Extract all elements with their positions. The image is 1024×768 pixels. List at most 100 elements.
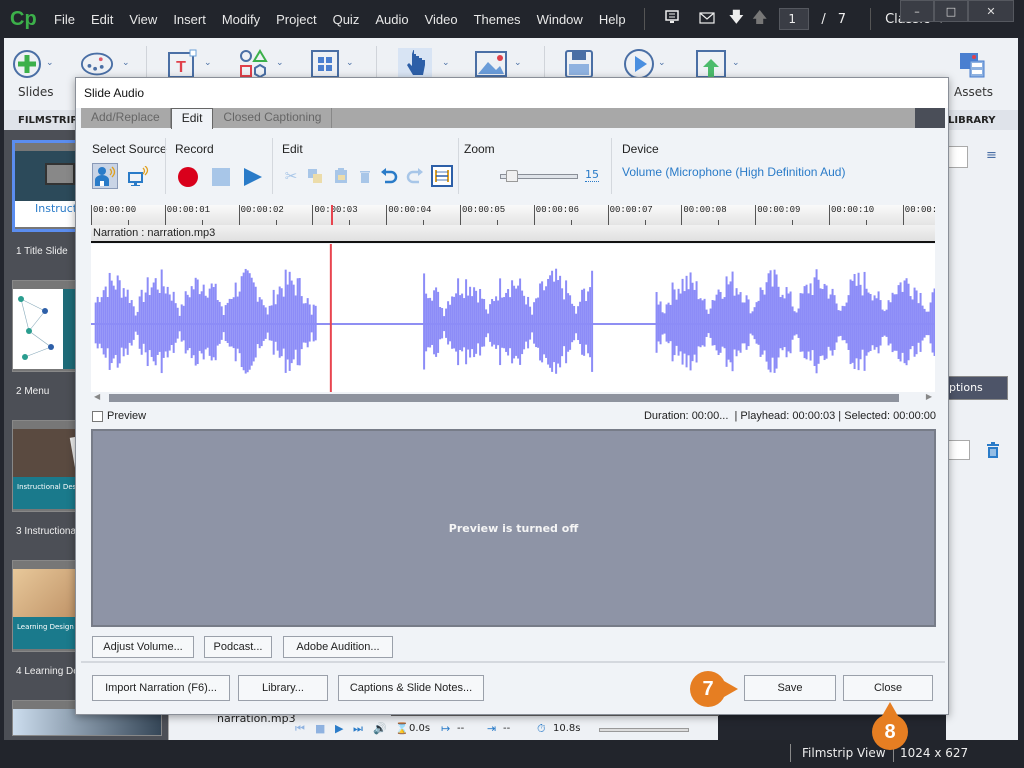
menu-themes[interactable]: Themes xyxy=(466,12,529,27)
waveform-sample xyxy=(893,294,896,351)
time-ruler[interactable]: 00:00:00 00:00:01 00:00:02 00:00:03 00:00:04… xyxy=(91,205,935,225)
menu-insert[interactable]: Insert xyxy=(165,12,214,27)
waveform-area[interactable] xyxy=(91,244,935,392)
property-input[interactable] xyxy=(946,146,968,168)
timeline-zoom-slider[interactable] xyxy=(599,728,689,732)
email-icon[interactable] xyxy=(698,10,715,28)
stop-button[interactable] xyxy=(210,166,232,188)
cut-icon[interactable]: ✂ xyxy=(282,167,300,185)
waveform-sample xyxy=(761,289,764,355)
stop-icon[interactable]: ■ xyxy=(315,722,325,735)
chevron-down-icon[interactable]: ⌄ xyxy=(204,58,212,68)
tab-closed-captioning[interactable]: Closed Captioning xyxy=(213,108,333,128)
zoom-slider-thumb[interactable] xyxy=(506,170,519,182)
device-value[interactable]: Volume (Microphone (High Definition Aud) xyxy=(622,165,845,179)
trash-icon[interactable] xyxy=(986,442,1000,461)
menu-help[interactable]: Help xyxy=(591,12,634,27)
menu-video[interactable]: Video xyxy=(417,12,466,27)
ruler-playhead[interactable] xyxy=(330,205,333,225)
menu-view[interactable]: View xyxy=(121,12,165,27)
arrow-down-icon[interactable]: 🡇 xyxy=(729,7,744,32)
adobe-audition-button[interactable]: Adobe Audition... xyxy=(283,636,393,658)
page-number-input[interactable]: 1 xyxy=(779,8,810,30)
zoom-value[interactable]: 15 xyxy=(585,168,599,182)
group-divider xyxy=(611,138,612,194)
menu-modify[interactable]: Modify xyxy=(214,12,268,27)
library-button[interactable]: Library... xyxy=(238,675,328,701)
record-button[interactable] xyxy=(177,166,199,188)
horizontal-scrollbar[interactable]: ◀ ▶ xyxy=(91,392,935,404)
save-icon[interactable] xyxy=(562,48,596,80)
waveform-sample xyxy=(501,297,504,348)
chevron-down-icon[interactable]: ⌄ xyxy=(276,58,284,68)
slides-icon[interactable] xyxy=(10,48,44,80)
microphone-source-button[interactable] xyxy=(92,163,118,189)
themes-icon[interactable] xyxy=(80,48,114,80)
waveform-sample xyxy=(164,293,167,352)
podcast-button[interactable]: Podcast... xyxy=(204,636,272,658)
waveform-sample xyxy=(238,291,241,354)
options-button[interactable]: ptions xyxy=(946,376,1008,400)
waveform-sample xyxy=(859,284,862,360)
menu-audio[interactable]: Audio xyxy=(367,12,416,27)
arrow-up-icon[interactable]: 🡅 xyxy=(752,7,767,32)
scroll-left-icon[interactable]: ◀ xyxy=(94,392,100,401)
chevron-down-icon[interactable]: ⌄ xyxy=(442,58,450,68)
copy-button[interactable] xyxy=(306,167,324,185)
library-tab[interactable]: LIBRARY xyxy=(946,110,1018,130)
captions-slide-notes-button[interactable]: Captions & Slide Notes... xyxy=(338,675,484,701)
tab-add-replace[interactable]: Add/Replace xyxy=(81,108,171,128)
chevron-down-icon[interactable]: ⌄ xyxy=(346,58,354,68)
chevron-down-icon[interactable]: ⌄ xyxy=(514,58,522,68)
menu-file[interactable]: File xyxy=(46,12,83,27)
waveform-sample xyxy=(543,290,546,355)
next-icon[interactable]: ⏭ xyxy=(353,722,363,736)
adjust-volume-button[interactable]: Adjust Volume... xyxy=(92,636,194,658)
chevron-down-icon[interactable]: ⌄ xyxy=(658,58,666,68)
waveform-sample xyxy=(525,304,528,342)
waveform-sample xyxy=(194,277,197,366)
volume-icon[interactable]: 🔊 xyxy=(373,722,387,735)
import-narration-button[interactable]: Import Narration (F6)... xyxy=(92,675,230,701)
interactions-icon[interactable] xyxy=(398,48,432,80)
delete-button[interactable] xyxy=(356,167,374,185)
play-icon[interactable]: ▶ xyxy=(335,722,343,735)
redo-button[interactable] xyxy=(406,167,424,185)
text-icon[interactable]: T xyxy=(166,48,200,80)
property-input[interactable] xyxy=(946,440,970,460)
menu-quiz[interactable]: Quiz xyxy=(325,12,368,27)
minimize-button[interactable]: – xyxy=(900,0,934,22)
menu-project[interactable]: Project xyxy=(268,12,324,27)
objects-icon[interactable] xyxy=(308,48,342,80)
waveform-sample xyxy=(581,289,584,355)
chevron-down-icon[interactable]: ⌄ xyxy=(122,58,130,68)
tab-edit[interactable]: Edit xyxy=(170,108,214,129)
undo-button[interactable] xyxy=(380,167,398,185)
menu-edit[interactable]: Edit xyxy=(83,12,121,27)
media-icon[interactable] xyxy=(474,48,508,80)
close-button[interactable]: Close xyxy=(843,675,933,701)
menu-window[interactable]: Window xyxy=(529,12,591,27)
chevron-down-icon[interactable]: ⌄ xyxy=(732,58,740,68)
save-button[interactable]: Save xyxy=(744,675,836,701)
maximize-button[interactable]: □ xyxy=(934,0,968,22)
preview-checkbox[interactable] xyxy=(92,410,103,422)
zoom-slider[interactable] xyxy=(500,170,578,182)
rewind-icon[interactable]: ⏮ xyxy=(295,722,305,736)
comments-icon[interactable] xyxy=(664,10,679,28)
system-audio-source-button[interactable] xyxy=(126,163,152,189)
chevron-down-icon[interactable]: ⌄ xyxy=(46,58,54,68)
waveform-sample xyxy=(190,286,193,359)
insert-silence-button[interactable] xyxy=(431,165,453,187)
scrollbar-thumb[interactable] xyxy=(109,394,899,402)
publish-icon[interactable] xyxy=(694,48,728,80)
close-window-button[interactable]: ✕ xyxy=(968,0,1014,22)
assets-icon[interactable] xyxy=(956,48,990,80)
panel-menu-icon[interactable]: ≡ xyxy=(986,148,997,163)
shapes-icon[interactable] xyxy=(236,48,270,80)
play-button[interactable] xyxy=(242,166,264,188)
preview-icon[interactable] xyxy=(622,48,656,80)
waveform-sample xyxy=(104,286,107,358)
scroll-right-icon[interactable]: ▶ xyxy=(926,392,932,401)
paste-button[interactable] xyxy=(332,167,350,185)
